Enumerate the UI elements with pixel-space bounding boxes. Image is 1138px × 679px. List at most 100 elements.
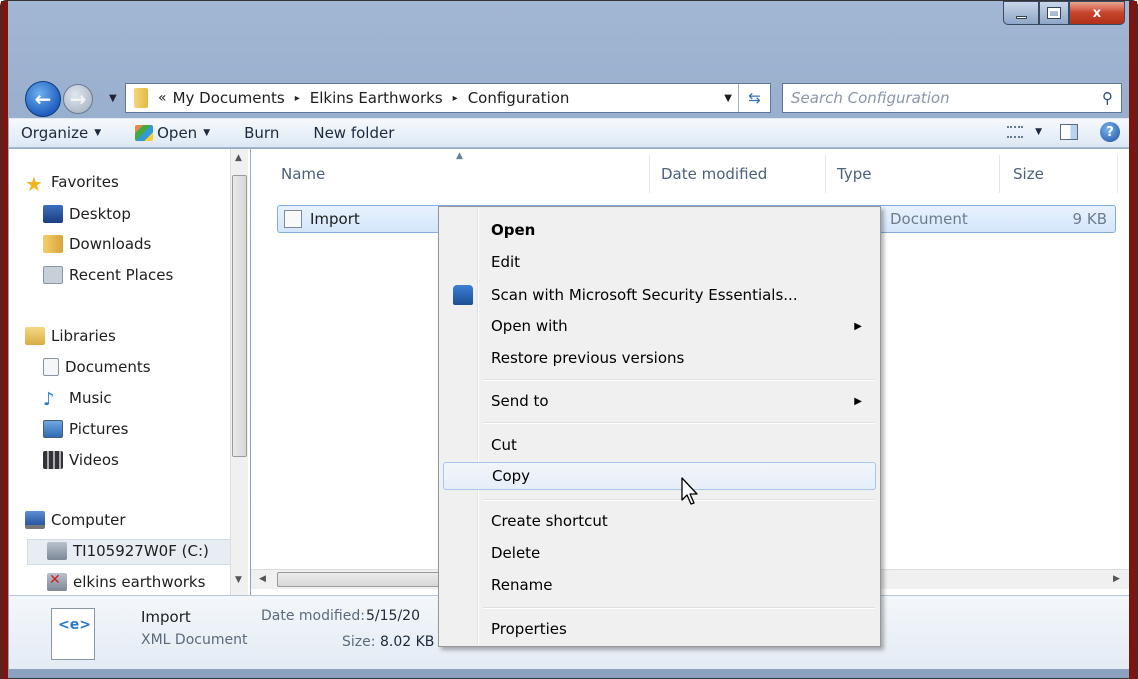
- column-divider[interactable]: [1117, 155, 1118, 193]
- menu-item-copy[interactable]: Copy: [443, 462, 876, 490]
- minimize-icon: [1015, 15, 1027, 19]
- xml-file-icon: [284, 210, 302, 228]
- details-file-name: Import: [141, 608, 191, 626]
- address-bar[interactable]: « My Documents ▸ Elkins Earthworks ▸ Con…: [125, 83, 771, 113]
- column-header-name[interactable]: Name: [281, 165, 325, 183]
- desktop-icon: [43, 205, 63, 223]
- pictures-icon: [43, 420, 63, 438]
- nav-recent-places[interactable]: Recent Places: [43, 266, 173, 284]
- details-size-label: Size:: [342, 634, 376, 650]
- refresh-button[interactable]: ⇆: [738, 84, 770, 112]
- breadcrumb-my-documents[interactable]: My Documents: [173, 89, 285, 107]
- menu-item-label: Send to: [491, 392, 549, 410]
- nav-network-drive[interactable]: elkins earthworks: [47, 572, 205, 591]
- column-divider[interactable]: [999, 155, 1000, 193]
- breadcrumb-overflow[interactable]: «: [158, 90, 167, 106]
- breadcrumb-elkins-earthworks[interactable]: Elkins Earthworks: [310, 89, 443, 107]
- open-program-icon: [135, 125, 154, 141]
- breadcrumb-separator-icon[interactable]: ▸: [295, 93, 300, 104]
- menu-item-scan[interactable]: Scan with Microsoft Security Essentials.…: [443, 281, 876, 309]
- new-folder-button[interactable]: New folder: [313, 124, 394, 142]
- nav-pictures[interactable]: Pictures: [43, 420, 128, 438]
- nav-desktop[interactable]: Desktop: [43, 205, 131, 223]
- music-icon: ♪: [43, 389, 55, 410]
- xml-document-icon: [51, 608, 95, 660]
- security-essentials-icon: [453, 285, 473, 305]
- nav-documents[interactable]: Documents: [43, 358, 151, 376]
- menu-item-delete[interactable]: Delete: [443, 539, 876, 567]
- navigation-scrollbar[interactable]: ▲ ▼: [230, 149, 248, 595]
- scroll-left-icon[interactable]: ◀: [259, 574, 266, 584]
- search-icon[interactable]: ⚲: [1102, 89, 1113, 107]
- close-button[interactable]: x: [1069, 1, 1125, 25]
- documents-icon: [43, 358, 59, 376]
- help-icon[interactable]: ?: [1100, 122, 1120, 142]
- column-header-size[interactable]: Size: [1013, 165, 1044, 183]
- menu-item-label: Restore previous versions: [491, 349, 685, 367]
- nav-downloads[interactable]: Downloads: [43, 235, 151, 253]
- nav-computer[interactable]: Computer: [25, 511, 126, 529]
- views-icon[interactable]: [1007, 126, 1024, 138]
- submenu-arrow-icon: ▶: [854, 395, 862, 407]
- column-header-date-modified[interactable]: Date modified: [661, 165, 767, 183]
- explorer-window: x ← → ▼ « My Documents ▸ Elkins Earthwor…: [0, 0, 1138, 679]
- scroll-thumb[interactable]: [232, 175, 247, 457]
- context-menu: Open Edit Scan with Microsoft Security E…: [438, 206, 881, 647]
- scroll-up-icon[interactable]: ▲: [235, 153, 242, 163]
- menu-separator: [483, 607, 875, 609]
- back-button[interactable]: ←: [25, 81, 61, 117]
- menu-item-edit[interactable]: Edit: [443, 248, 876, 276]
- burn-button[interactable]: Burn: [244, 124, 279, 142]
- nav-drive-c[interactable]: TI105927W0F (C:): [47, 542, 209, 560]
- menu-item-open[interactable]: Open: [443, 216, 876, 244]
- nav-label: Recent Places: [69, 266, 174, 284]
- menu-separator: [483, 499, 875, 501]
- menu-item-cut[interactable]: Cut: [443, 431, 876, 459]
- organize-button[interactable]: Organize ▼: [21, 124, 101, 142]
- forward-button[interactable]: →: [63, 84, 93, 114]
- nav-label: Documents: [65, 358, 151, 376]
- libraries-icon: [25, 327, 45, 345]
- nav-videos[interactable]: Videos: [43, 451, 119, 469]
- nav-label: Favorites: [51, 173, 119, 191]
- open-button[interactable]: Open ▼: [135, 124, 210, 142]
- address-dropdown-icon[interactable]: ▼: [724, 93, 732, 104]
- breadcrumb-separator-icon[interactable]: ▸: [453, 93, 458, 104]
- maximize-button[interactable]: [1039, 1, 1069, 25]
- menu-item-create-shortcut[interactable]: Create shortcut: [443, 507, 876, 535]
- details-date-label: Date modified:: [261, 608, 365, 624]
- scroll-down-icon[interactable]: ▼: [235, 575, 242, 585]
- menu-item-open-with[interactable]: Open with ▶: [443, 312, 876, 340]
- menu-item-send-to[interactable]: Send to ▶: [443, 387, 876, 415]
- breadcrumb-configuration[interactable]: Configuration: [468, 89, 570, 107]
- column-header-type[interactable]: Type: [837, 165, 871, 183]
- recent-pages-dropdown[interactable]: ▼: [109, 93, 117, 104]
- menu-item-properties[interactable]: Properties: [443, 615, 876, 643]
- scroll-right-icon[interactable]: ▶: [1113, 574, 1120, 584]
- drive-icon: [47, 542, 67, 560]
- file-name: Import: [310, 210, 360, 228]
- preview-pane-icon[interactable]: [1060, 124, 1078, 140]
- views-dropdown-icon[interactable]: ▼: [1035, 127, 1042, 137]
- nav-favorites[interactable]: ★ Favorites: [25, 172, 119, 196]
- nav-label: Pictures: [69, 420, 129, 438]
- menu-item-label: Properties: [491, 620, 567, 638]
- nav-libraries[interactable]: Libraries: [25, 327, 116, 345]
- details-date-value: 5/15/20: [366, 608, 420, 624]
- caption-buttons: x: [1003, 1, 1125, 25]
- maximize-icon: [1047, 7, 1061, 19]
- command-bar: Organize ▼ Open ▼ Burn New folder ▼ ?: [9, 118, 1130, 148]
- nav-music[interactable]: ♪ Music: [43, 389, 112, 410]
- menu-separator: [483, 422, 875, 424]
- column-divider[interactable]: [649, 155, 650, 193]
- details-file-type: XML Document: [141, 632, 248, 648]
- chevron-down-icon: ▼: [94, 128, 102, 138]
- search-input[interactable]: Search Configuration ⚲: [782, 83, 1122, 113]
- downloads-icon: [43, 235, 63, 253]
- menu-separator: [483, 379, 875, 381]
- minimize-button[interactable]: [1003, 1, 1039, 25]
- column-divider[interactable]: [825, 155, 826, 193]
- toolbar-right-group: ▼ ?: [1007, 122, 1120, 142]
- menu-item-restore[interactable]: Restore previous versions: [443, 344, 876, 372]
- menu-item-rename[interactable]: Rename: [443, 571, 876, 599]
